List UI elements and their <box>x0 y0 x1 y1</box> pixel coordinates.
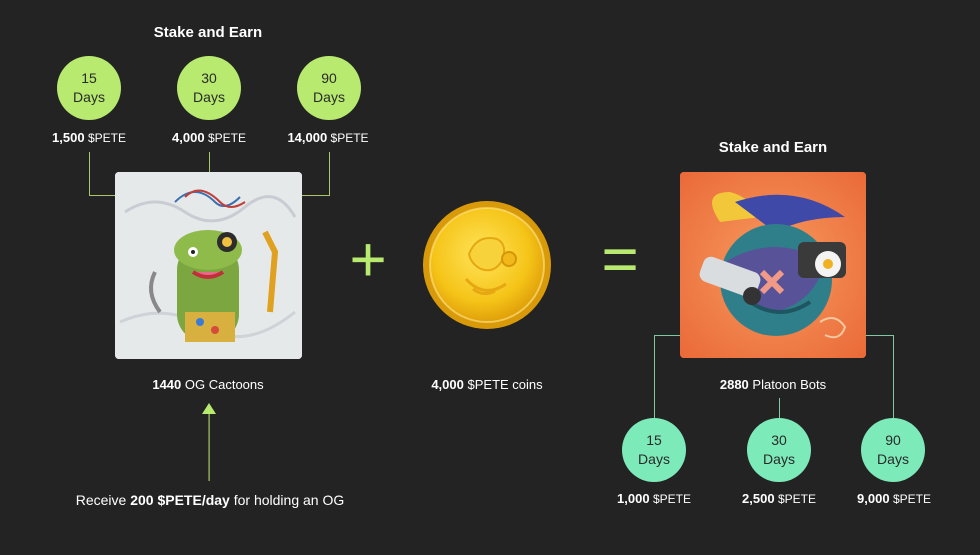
right-tier-90-reward: 9,000 $PETE <box>834 491 954 506</box>
right-tier-30-badge: 30 Days <box>747 418 811 482</box>
reward-amount: 2,500 <box>742 491 775 506</box>
receive-amount: 200 $PETE/day <box>130 492 230 508</box>
left-tier-15-badge: 15 Days <box>57 56 121 120</box>
reward-token: $PETE <box>652 492 691 506</box>
left-tier-30-reward: 4,000 $PETE <box>149 130 269 145</box>
tier-days: 30 <box>201 70 217 86</box>
pete-coin-icon <box>423 201 551 329</box>
left-connector-line <box>329 152 330 195</box>
tier-unit: Days <box>73 89 105 105</box>
reward-token: $PETE <box>87 131 126 145</box>
left-connector-line <box>302 195 330 196</box>
receive-note: Receive 200 $PETE/day for holding an OG <box>40 492 380 508</box>
reward-token: $PETE <box>207 131 246 145</box>
left-connector-line <box>89 152 90 195</box>
tier-days: 15 <box>81 70 97 86</box>
tier-days: 30 <box>771 432 787 448</box>
cactoon-illustration <box>115 172 302 359</box>
og-cactoons-caption: 1440 OG Cactoons <box>108 377 308 392</box>
platoon-bots-caption: 2880 Platoon Bots <box>673 377 873 392</box>
reward-amount: 1,000 <box>617 491 650 506</box>
caption-count: 1440 <box>152 377 182 392</box>
caption-count: 2880 <box>719 377 749 392</box>
reward-amount: 14,000 <box>287 130 328 145</box>
tier-unit: Days <box>763 451 795 467</box>
tier-unit: Days <box>193 89 225 105</box>
tier-days: 15 <box>646 432 662 448</box>
right-connector-line <box>654 335 655 418</box>
tier-days: 90 <box>885 432 901 448</box>
left-connector-line <box>209 152 210 172</box>
reward-amount: 1,500 <box>52 130 85 145</box>
up-arrow-icon <box>202 403 216 481</box>
right-connector-line <box>893 335 894 418</box>
og-cactoon-image <box>115 172 302 359</box>
receive-prefix: Receive <box>75 492 127 508</box>
left-section-title: Stake and Earn <box>153 24 263 41</box>
plus-sign: + <box>349 223 387 295</box>
right-tier-15-reward: 1,000 $PETE <box>594 491 714 506</box>
left-tier-15-reward: 1,500 $PETE <box>29 130 149 145</box>
coin-label: $PETE coins <box>467 377 543 392</box>
right-connector-line <box>866 335 894 336</box>
reward-token: $PETE <box>892 492 931 506</box>
right-tier-90-badge: 90 Days <box>861 418 925 482</box>
reward-token: $PETE <box>330 131 369 145</box>
reward-token: $PETE <box>777 492 816 506</box>
right-connector-line <box>654 335 680 336</box>
right-connector-line <box>779 398 780 418</box>
right-tier-30-reward: 2,500 $PETE <box>719 491 839 506</box>
left-connector-line <box>89 195 115 196</box>
receive-suffix: for holding an OG <box>233 492 345 508</box>
right-section-title: Stake and Earn <box>718 139 828 156</box>
equals-sign: = <box>601 223 639 295</box>
left-tier-90-badge: 90 Days <box>297 56 361 120</box>
tier-days: 90 <box>321 70 337 86</box>
right-tier-15-badge: 15 Days <box>622 418 686 482</box>
reward-amount: 4,000 <box>172 130 205 145</box>
platoon-bot-image <box>680 172 866 358</box>
left-tier-90-reward: 14,000 $PETE <box>268 130 388 145</box>
coin-amount: 4,000 <box>431 377 464 392</box>
caption-name: OG Cactoons <box>184 377 264 392</box>
left-tier-30-badge: 30 Days <box>177 56 241 120</box>
reward-amount: 9,000 <box>857 491 890 506</box>
tier-unit: Days <box>313 89 345 105</box>
caption-name: Platoon Bots <box>752 377 827 392</box>
coin-caption: 4,000 $PETE coins <box>387 377 587 392</box>
tier-unit: Days <box>638 451 670 467</box>
tier-unit: Days <box>877 451 909 467</box>
platoon-bot-illustration <box>680 172 866 358</box>
